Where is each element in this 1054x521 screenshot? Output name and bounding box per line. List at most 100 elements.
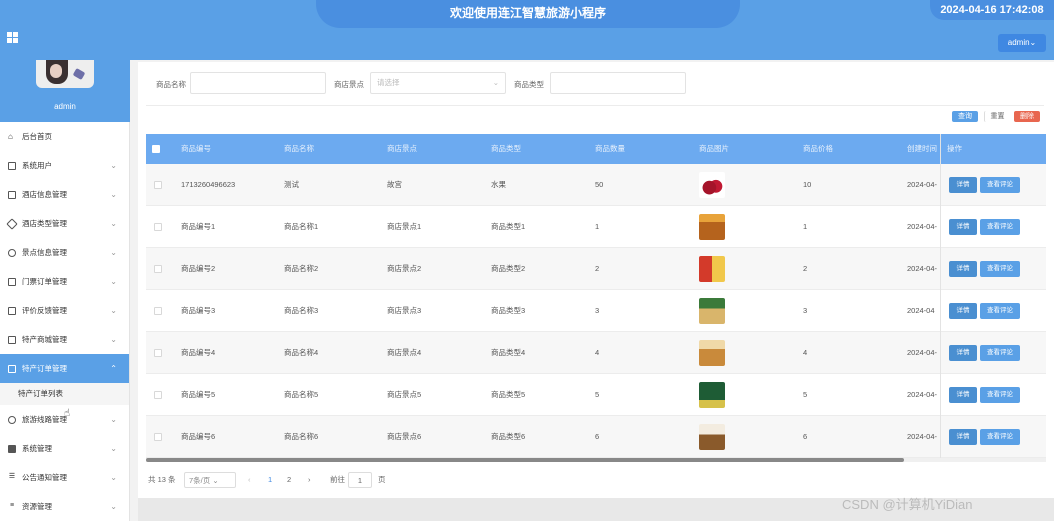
page-number-2[interactable]: 2 (287, 472, 291, 488)
sidebar-item-label: 资源管理 (22, 502, 52, 511)
grid-menu-icon[interactable] (7, 32, 18, 43)
detail-button[interactable]: 详情 (949, 429, 977, 445)
next-page-button[interactable]: › (308, 472, 311, 488)
cell-price: 4 (803, 348, 808, 357)
sidebar-item-specialty-shop[interactable]: 特产商城管理 ⌄ (0, 325, 129, 354)
sidebar-item-resources[interactable]: ≡ 资源管理 ⌄ (0, 492, 129, 521)
table-row[interactable]: 商品编号4 商品名称4 商店景点4 商品类型4 4 4 2024-04- 详情 查看评论 (146, 332, 1046, 374)
top-header: 欢迎使用连江智慧旅游小程序 2024-04-16 17:42:08 admin⌄ (0, 0, 1054, 60)
prev-page-button[interactable]: ‹ (248, 472, 251, 488)
col-header[interactable]: 商品图片 (699, 134, 729, 164)
total-count: 共 13 条 (148, 475, 176, 484)
view-reviews-button[interactable]: 查看评论 (980, 219, 1020, 235)
view-reviews-button[interactable]: 查看评论 (980, 429, 1020, 445)
chevron-down-icon: ⌄ (492, 78, 499, 87)
detail-button[interactable]: 详情 (949, 177, 977, 193)
delete-button[interactable]: 删除 (1014, 111, 1040, 122)
sidebar-item-home[interactable]: ⌂ 后台首页 (0, 122, 129, 151)
row-checkbox[interactable] (154, 349, 162, 357)
view-reviews-button[interactable]: 查看评论 (980, 303, 1020, 319)
sidebar-item-hotel-info[interactable]: 酒店信息管理 ⌄ (0, 180, 129, 209)
home-icon: ⌂ (8, 131, 13, 141)
product-image (699, 424, 725, 450)
col-header[interactable]: 商品编号 (181, 134, 211, 164)
query-button[interactable]: 查询 (952, 111, 978, 122)
table-row[interactable]: 商品编号3 商品名称3 商店景点3 商品类型3 3 3 2024-04 详情 查看评论 (146, 290, 1046, 332)
cell-product-type: 商品类型3 (491, 306, 526, 315)
row-checkbox[interactable] (154, 265, 162, 273)
page-number-1[interactable]: 1 (268, 472, 272, 488)
table-row[interactable]: 商品编号5 商品名称5 商店景点5 商品类型5 5 5 2024-04- 详情 查看评论 (146, 374, 1046, 416)
cell-quantity: 5 (595, 390, 600, 399)
table-row[interactable]: 商品编号1 商品名称1 商店景点1 商品类型1 1 1 2024-04- 详情 查看评论 (146, 206, 1046, 248)
detail-button[interactable]: 详情 (949, 387, 977, 403)
cell-quantity: 2 (595, 264, 600, 273)
sidebar-item-system-manage[interactable]: 系统管理 ⌄ (0, 434, 129, 463)
table-row[interactable]: 商品编号6 商品名称6 商店景点6 商品类型6 6 6 2024-04- 详情 查看评论 (146, 416, 1046, 458)
row-checkbox[interactable] (154, 181, 162, 189)
reset-button[interactable]: 重置 (984, 111, 1010, 122)
op-col-header: 操作 (940, 134, 1046, 164)
user-dropdown-button[interactable]: admin⌄ (998, 34, 1046, 52)
sidebar-item-ticket-orders[interactable]: 门票订单管理 ⌄ (0, 267, 129, 296)
store-spot-select[interactable]: 请选择 ⌄ (370, 72, 506, 94)
scrollbar-thumb[interactable] (146, 458, 904, 462)
select-all-checkbox[interactable] (152, 145, 160, 153)
detail-button[interactable]: 详情 (949, 303, 977, 319)
sidebar-item-notices[interactable]: ☰ 公告通知管理 ⌄ (0, 463, 129, 492)
product-name-input[interactable] (190, 72, 326, 94)
ticket-icon (8, 277, 16, 286)
col-header[interactable]: 创建时间 (907, 134, 937, 164)
sidebar-item-feedback[interactable]: 评价反馈管理 ⌄ (0, 296, 129, 325)
chat-icon (8, 444, 16, 453)
col-header[interactable]: 商品数量 (595, 134, 625, 164)
cell-created-time: 2024-04- (907, 222, 938, 231)
chevron-down-icon: ⌄ (110, 502, 117, 511)
goto-page-input[interactable]: 1 (348, 472, 372, 488)
view-reviews-button[interactable]: 查看评论 (980, 387, 1020, 403)
chevron-down-icon: ⌄ (110, 444, 117, 453)
horizontal-scrollbar[interactable] (146, 458, 1046, 462)
sidebar-item-label: 酒店类型管理 (22, 219, 67, 228)
sidebar-item-label: 门票订单管理 (22, 277, 67, 286)
sidebar-item-hotel-type[interactable]: 酒店类型管理 ⌄ (0, 209, 129, 238)
cell-product-type: 商品类型6 (491, 432, 526, 441)
cell-created-time: 2024-04- (907, 432, 938, 441)
cell-price: 3 (803, 306, 808, 315)
cell-quantity: 4 (595, 348, 600, 357)
product-type-input[interactable] (550, 72, 686, 94)
sidebar-item-specialty-orders[interactable]: 特产订单管理 ⌃ (0, 354, 129, 383)
sidebar-item-scenic-info[interactable]: 景点信息管理 ⌄ (0, 238, 129, 267)
col-header[interactable]: 商品名称 (284, 134, 314, 164)
main-panel: 商品名称 商店景点 请选择 ⌄ 商品类型 查询 重置 删除 商品编号 商品名称 … (138, 62, 1054, 498)
notice-icon: ☰ (8, 472, 16, 480)
product-image (699, 214, 725, 240)
cell-product-id: 商品编号4 (181, 348, 216, 357)
divider (146, 105, 1044, 106)
chevron-up-icon: ⌃ (110, 364, 117, 373)
cell-product-name: 商品名称6 (284, 432, 319, 441)
detail-button[interactable]: 详情 (949, 219, 977, 235)
view-reviews-button[interactable]: 查看评论 (980, 261, 1020, 277)
sidebar-item-system-users[interactable]: 系统用户 ⌄ (0, 151, 129, 180)
list-icon: ≡ (9, 501, 15, 509)
row-checkbox[interactable] (154, 307, 162, 315)
chevron-down-icon: ⌄ (110, 306, 117, 315)
table-row[interactable]: 1713260496623 测试 故宫 水果 50 10 2024-04- 详情 查看评论 (146, 164, 1046, 206)
sidebar-item-label: 评价反馈管理 (22, 306, 67, 315)
detail-button[interactable]: 详情 (949, 345, 977, 361)
col-header[interactable]: 商品类型 (491, 134, 521, 164)
table-row[interactable]: 商品编号2 商品名称2 商店景点2 商品类型2 2 2 2024-04- 详情 查看评论 (146, 248, 1046, 290)
submenu-specialty-order-list[interactable]: 特产订单列表 (0, 383, 129, 405)
view-reviews-button[interactable]: 查看评论 (980, 177, 1020, 193)
chevron-down-icon: ⌄ (110, 473, 117, 482)
view-reviews-button[interactable]: 查看评论 (980, 345, 1020, 361)
col-header[interactable]: 商品价格 (803, 134, 833, 164)
page-size-select[interactable]: 7条/页 ⌄ (184, 472, 236, 488)
row-checkbox[interactable] (154, 391, 162, 399)
col-header[interactable]: 商店景点 (387, 134, 417, 164)
row-checkbox[interactable] (154, 433, 162, 441)
detail-button[interactable]: 详情 (949, 261, 977, 277)
datetime-display: 2024-04-16 17:42:08 (930, 0, 1054, 20)
row-checkbox[interactable] (154, 223, 162, 231)
